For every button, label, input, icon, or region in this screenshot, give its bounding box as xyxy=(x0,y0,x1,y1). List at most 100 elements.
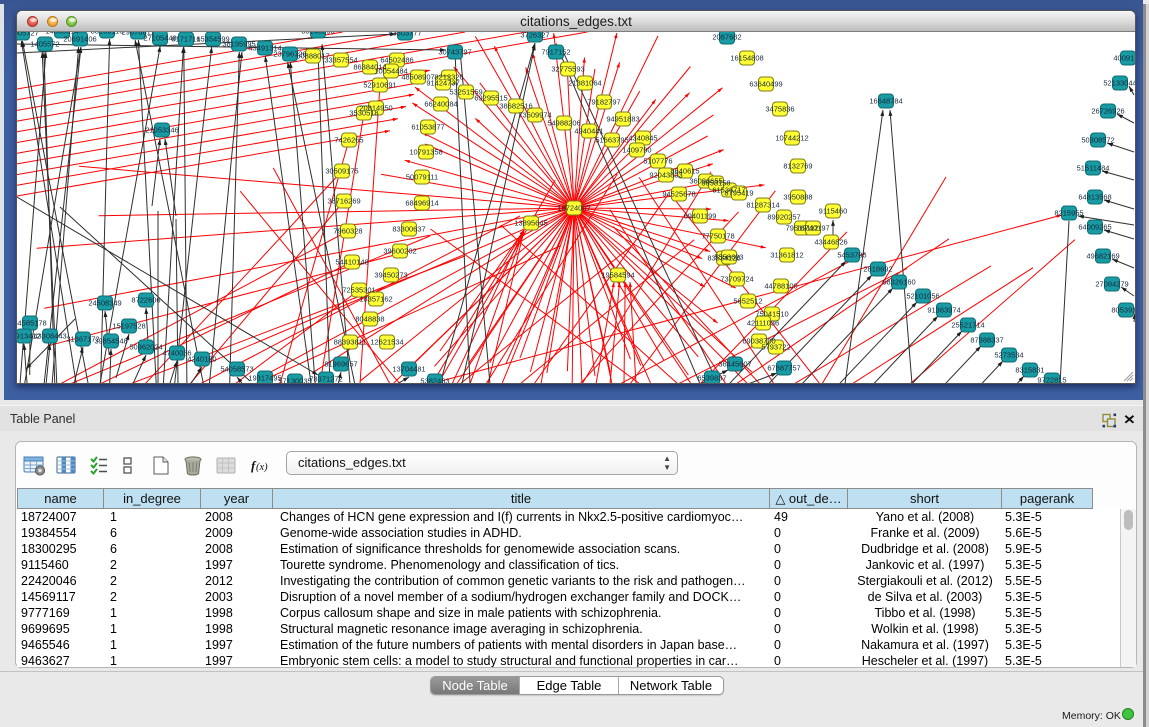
svg-text:54058573: 54058573 xyxy=(220,365,253,374)
svg-text:5453786: 5453786 xyxy=(837,251,866,260)
svg-text:3950888: 3950888 xyxy=(783,193,812,202)
svg-text:64813568: 64813568 xyxy=(1078,193,1111,202)
svg-text:8658158: 8658158 xyxy=(701,179,730,188)
svg-text:3475836: 3475836 xyxy=(765,105,794,114)
svg-text:18357162: 18357162 xyxy=(359,295,392,304)
svg-text:27084279: 27084279 xyxy=(1095,280,1128,289)
svg-text:15197528: 15197528 xyxy=(112,322,145,331)
svg-text:68326160: 68326160 xyxy=(882,278,915,287)
svg-text:5382463: 5382463 xyxy=(420,377,449,384)
svg-text:79182797: 79182797 xyxy=(587,98,620,107)
svg-text:94951883: 94951883 xyxy=(606,115,639,124)
svg-text:94525678: 94525678 xyxy=(662,190,695,199)
svg-text:26726926: 26726926 xyxy=(1091,107,1124,116)
svg-text:8722606: 8722606 xyxy=(131,296,160,305)
svg-text:21053346: 21053346 xyxy=(145,126,178,135)
svg-text:8640615: 8640615 xyxy=(670,167,699,176)
svg-text:16740197: 16740197 xyxy=(796,224,829,233)
svg-text:7960328: 7960328 xyxy=(333,227,362,236)
svg-text:4340845: 4340845 xyxy=(628,134,657,143)
svg-text:43446826: 43446826 xyxy=(814,238,847,247)
svg-text:52101056: 52101056 xyxy=(906,292,939,301)
svg-text:77750178: 77750178 xyxy=(701,232,734,241)
svg-text:31361812: 31361812 xyxy=(770,251,803,260)
svg-text:39450273: 39450273 xyxy=(374,271,407,280)
svg-text:2087682: 2087682 xyxy=(712,33,741,42)
svg-text:50079111: 50079111 xyxy=(406,173,438,182)
svg-text:13704481: 13704481 xyxy=(392,365,425,374)
svg-text:43308443: 43308443 xyxy=(33,332,66,341)
svg-text:30743797: 30743797 xyxy=(438,48,471,57)
svg-text:4940441: 4940441 xyxy=(574,127,603,136)
svg-text:44788100: 44788100 xyxy=(764,282,797,291)
svg-text:38716269: 38716269 xyxy=(327,197,360,206)
svg-text:8795419: 8795419 xyxy=(724,189,753,198)
svg-text:36445607: 36445607 xyxy=(718,360,751,369)
svg-text:5107776: 5107776 xyxy=(643,157,672,166)
svg-text:8215955: 8215955 xyxy=(1054,209,1083,218)
svg-text:9115460: 9115460 xyxy=(819,207,848,216)
svg-text:49682169: 49682169 xyxy=(1086,252,1119,261)
svg-text:54585178: 54585178 xyxy=(17,319,47,328)
svg-text:39600202: 39600202 xyxy=(383,247,416,256)
svg-text:39854548: 39854548 xyxy=(94,337,127,346)
svg-text:52910691: 52910691 xyxy=(363,81,396,90)
svg-text:21381064: 21381064 xyxy=(568,79,601,88)
svg-text:85146293: 85146293 xyxy=(301,32,334,36)
svg-text:51663795: 51663795 xyxy=(595,136,628,145)
svg-text:6539837: 6539837 xyxy=(697,374,726,383)
svg-text:89920257: 89920257 xyxy=(767,213,800,222)
svg-text:91363974: 91363974 xyxy=(927,306,960,315)
svg-text:18724007: 18724007 xyxy=(557,204,590,213)
svg-text:7917152: 7917152 xyxy=(541,48,570,57)
svg-text:8053918: 8053918 xyxy=(1111,306,1135,315)
svg-text:13895645: 13895645 xyxy=(514,219,547,228)
svg-text:5652512: 5652512 xyxy=(733,297,762,306)
svg-text:64009265: 64009265 xyxy=(1078,223,1111,232)
svg-text:4009172: 4009172 xyxy=(1113,54,1135,63)
svg-text:19317495: 19317495 xyxy=(248,374,281,383)
svg-text:83300637: 83300637 xyxy=(392,225,425,234)
svg-text:57130035: 57130035 xyxy=(278,377,311,384)
svg-text:42111036: 42111036 xyxy=(747,319,779,328)
svg-text:5273534: 5273534 xyxy=(994,351,1023,360)
svg-text:61053877: 61053877 xyxy=(411,123,444,132)
svg-text:10744212: 10744212 xyxy=(775,134,808,143)
svg-text:8315831: 8315831 xyxy=(1015,366,1044,375)
svg-text:73709724: 73709724 xyxy=(720,275,753,284)
svg-text:50308572: 50308572 xyxy=(1081,136,1114,145)
svg-text:64502486: 64502486 xyxy=(380,56,413,65)
svg-text:68496914: 68496914 xyxy=(405,199,438,208)
svg-text:10791358: 10791358 xyxy=(409,148,442,157)
svg-text:5793722: 5793722 xyxy=(761,343,790,352)
svg-text:93303777: 93303777 xyxy=(388,32,421,38)
svg-text:8048838: 8048838 xyxy=(355,315,384,324)
svg-text:8132769: 8132769 xyxy=(783,162,812,171)
svg-text:25521714: 25521714 xyxy=(951,321,984,330)
svg-text:32775593: 32775593 xyxy=(551,65,584,74)
svg-text:30509175: 30509175 xyxy=(325,167,358,176)
svg-text:67887757: 67887757 xyxy=(767,364,800,373)
svg-text:69401199: 69401199 xyxy=(684,212,717,221)
svg-text:54410148: 54410148 xyxy=(335,258,368,267)
svg-text:81287314: 81287314 xyxy=(746,201,779,210)
svg-text:3726327: 3726327 xyxy=(520,32,549,40)
svg-text:9722815: 9722815 xyxy=(1037,376,1066,384)
svg-text:75041510: 75041510 xyxy=(755,310,788,319)
svg-text:88183110: 88183110 xyxy=(91,32,124,36)
svg-text:1405572: 1405572 xyxy=(30,40,59,49)
svg-text:38682516: 38682516 xyxy=(499,102,532,111)
svg-text:16154808: 16154808 xyxy=(730,54,763,63)
svg-text:24508349: 24508349 xyxy=(88,299,121,308)
svg-text:16648784: 16648784 xyxy=(869,97,902,106)
svg-text:63640499: 63640499 xyxy=(749,80,782,89)
svg-text:7426265: 7426265 xyxy=(334,136,363,145)
svg-text:19584594: 19584594 xyxy=(601,271,634,280)
svg-text:78371272: 78371272 xyxy=(309,375,342,384)
svg-text:81969657: 81969657 xyxy=(324,360,357,369)
svg-text:51511484: 51511484 xyxy=(1077,164,1110,173)
svg-text:2818692: 2818692 xyxy=(863,265,892,274)
svg-text:30005727: 30005727 xyxy=(17,32,39,38)
svg-text:1409790: 1409790 xyxy=(622,146,651,155)
svg-text:66240084: 66240084 xyxy=(424,100,457,109)
